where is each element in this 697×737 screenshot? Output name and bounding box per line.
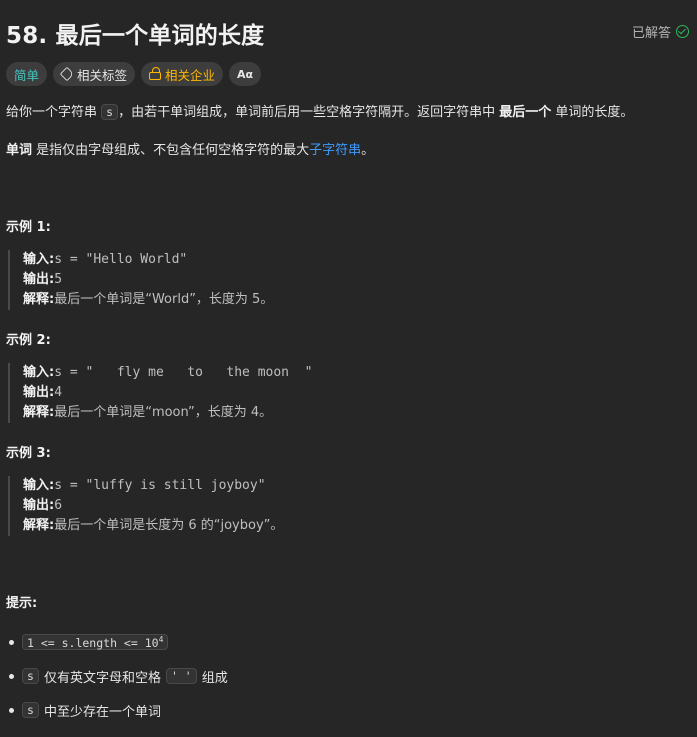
related-tags-button[interactable]: 相关标签 [53,62,136,86]
hint-item: s 仅有英文字母和空格 ' ' 组成 [8,659,228,693]
inline-code: ' ' [165,668,197,684]
desc-text: ，由若干单词组成，单词前后用一些空格字符隔开。返回字符串中 [118,105,500,120]
description-paragraph-1: 给你一个字符串 s ，由若干单词组成，单词前后用一些空格字符隔开。返回字符串中 最… [6,101,689,124]
example-1-title: 示例 1: [6,220,51,235]
translate-button[interactable]: Aα [229,62,262,86]
hint-item: 1 <= s.length <= 104 [8,625,228,659]
constraint-code: 1 <= s.length <= 10 [27,635,159,650]
output-label: 输出: [23,498,55,513]
explain-label: 解释: [23,405,55,420]
hints-title: 提示: [6,596,38,611]
explain-label: 解释: [23,292,55,307]
output-value: 4 [54,385,63,400]
desc-text: 单词的长度。 [551,105,634,120]
input-value: s = " fly me to the moon " [54,365,313,380]
example-2-block: 输入:s = " fly me to the moon " 输出:4 解释:最后… [8,363,312,423]
related-tags-label: 相关标签 [77,67,128,83]
hint-item: s 中至少存在一个单词 [8,693,228,727]
explain-value: 最后一个单词是长度为 6 的“joyboy”。 [54,518,284,533]
input-value: s = "Hello World" [54,252,188,267]
translate-icon: Aα [237,67,254,81]
check-circle-icon [676,25,689,38]
output-value: 6 [54,498,63,513]
desc-bold: 单词 [6,143,33,158]
input-label: 输入: [23,478,55,493]
example-3-block: 输入:s = "luffy is still joyboy" 输出:6 解释:最… [8,476,283,536]
problem-description: 给你一个字符串 s ，由若干单词组成，单词前后用一些空格字符隔开。返回字符串中 最… [6,100,689,162]
hints-list: 1 <= s.length <= 104 s 仅有英文字母和空格 ' ' 组成 s 中至… [8,625,228,727]
output-value: 5 [54,272,63,287]
output-label: 输出: [23,272,55,287]
difficulty-label: 简单 [14,67,40,83]
constraint-exponent: 4 [158,634,164,644]
inline-code: s [22,702,39,718]
problem-header: 58. 最后一个单词的长度 已解答 [6,14,689,50]
hint-text: 仅有英文字母和空格 [43,670,161,686]
input-label: 输入: [23,365,55,380]
explain-value: 最后一个单词是“World”，长度为 5。 [54,292,274,307]
inline-code: 1 <= s.length <= 104 [22,633,169,651]
solved-status: 已解答 [632,22,689,41]
example-3-title: 示例 3: [6,446,51,461]
inline-code: s [101,104,119,120]
example-1-block: 输入:s = "Hello World" 输出:5 解释:最后一个单词是“Wor… [8,250,273,310]
desc-text: 是指仅由字母组成、不包含任何空格字符的最大 [32,143,310,158]
example-2-title: 示例 2: [6,333,51,348]
desc-bold: 最后一个 [499,105,552,120]
input-label: 输入: [23,252,55,267]
output-label: 输出: [23,385,55,400]
explain-label: 解释: [23,518,55,533]
desc-text: 。 [361,143,375,158]
solved-label: 已解答 [631,26,671,41]
tag-icon [59,66,75,82]
problem-title: 58. 最后一个单词的长度 [6,23,265,49]
explain-value: 最后一个单词是“moon”，长度为 4。 [54,405,273,420]
hint-text: 组成 [201,670,228,686]
inline-code: s [22,668,39,684]
tag-bar: 简单 相关标签 相关企业 Aα [6,62,262,86]
substring-link[interactable]: 子字符串 [309,143,361,158]
difficulty-badge[interactable]: 简单 [6,62,48,86]
hint-text: 中至少存在一个单词 [43,704,161,720]
desc-text: 给你一个字符串 [6,105,102,120]
description-paragraph-2: 单词 是指仅由字母组成、不包含任何空格字符的最大子字符串。 [6,140,689,162]
related-companies-button[interactable]: 相关企业 [141,62,224,86]
related-companies-label: 相关企业 [165,67,216,83]
lock-icon [149,67,162,80]
input-value: s = "luffy is still joyboy" [54,478,266,493]
